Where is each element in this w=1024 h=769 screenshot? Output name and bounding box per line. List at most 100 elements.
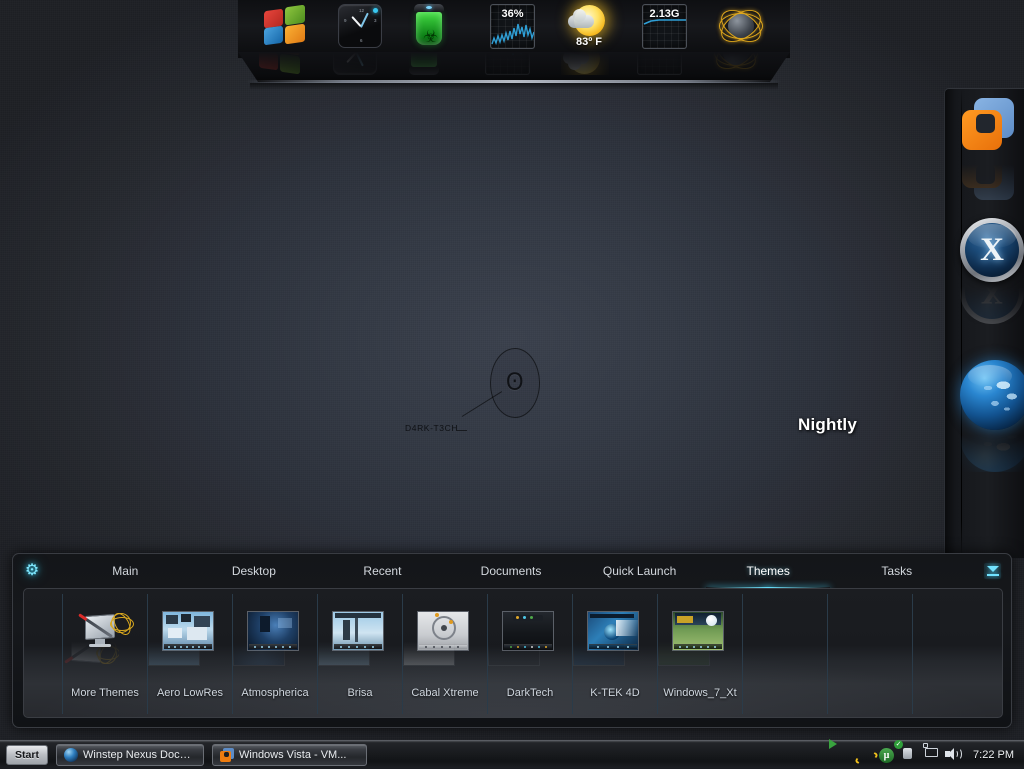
cpu-graph-icon: 36% [490, 4, 538, 50]
diamond-icon[interactable] [813, 748, 828, 763]
memory-graph-icon: 2.13G [642, 4, 690, 50]
collapse-down-icon[interactable] [984, 563, 1001, 579]
windows-logo-reflection [257, 51, 305, 75]
theme-label: More Themes [63, 687, 147, 699]
nexus-dock-tabs: Main Desktop Recent Documents Quick Laun… [61, 554, 961, 588]
usb-check-glyph: ✓ [894, 740, 903, 749]
start-button[interactable]: Start [6, 745, 48, 765]
theme-cell-windows-7-xt[interactable]: Windows_7_Xt [657, 594, 743, 714]
right-dock-item-xion[interactable]: X X [960, 218, 1024, 282]
top-dock-item-weather[interactable]: 83º F 83º F [561, 4, 619, 58]
theme-label: Aero LowRes [148, 687, 232, 699]
tab-themes[interactable]: Themes [704, 554, 833, 588]
memory-graph-reflection [637, 51, 685, 75]
tab-quick-launch[interactable]: Quick Launch [575, 554, 704, 588]
tab-tasks-label: Tasks [881, 564, 912, 578]
tab-main[interactable]: Main [61, 554, 190, 588]
theme-label: Cabal Xtreme [403, 687, 487, 699]
tab-documents-label: Documents [481, 564, 542, 578]
theme-cell-empty-2[interactable] [827, 594, 913, 714]
theme-cell-aero-lowres[interactable]: Aero LowRes [147, 594, 233, 714]
theme-cell-atmospherica[interactable]: Atmospherica [232, 594, 318, 714]
tab-themes-label: Themes [747, 564, 790, 578]
theme-cell-cabal-xtreme[interactable]: Cabal Xtreme [402, 594, 488, 714]
tab-tasks[interactable]: Tasks [832, 554, 961, 588]
network-icon[interactable] [923, 748, 938, 763]
atom-globe-icon [718, 4, 766, 50]
x-circle-icon-reflection: X [960, 284, 1024, 324]
theme-label: Atmospherica [233, 687, 317, 699]
tab-desktop[interactable]: Desktop [190, 554, 319, 588]
weather-temperature: 83º F [561, 36, 617, 48]
top-dock-item-network[interactable] [713, 4, 771, 58]
atom-globe-reflection [713, 51, 761, 75]
theme-thumbnail-reflection [148, 640, 204, 666]
tab-desktop-label: Desktop [232, 564, 276, 578]
more-themes-icon-reflection [63, 640, 119, 666]
themes-grid: More Themes [62, 594, 968, 714]
nexus-dock-tabbar: ⚙ Main Desktop Recent Documents Quick La… [13, 554, 1013, 588]
top-dock-shadow [250, 83, 778, 90]
volume-icon[interactable] [945, 748, 960, 763]
analog-clock-reflection [333, 51, 381, 75]
biohazard-bin-icon: ☣ [414, 4, 462, 50]
theme-cell-brisa[interactable]: Brisa [317, 594, 403, 714]
wallpaper-logo: ʘ D4RK-T3CH [405, 348, 575, 443]
desktop-background[interactable]: ʘ D4RK-T3CH Nightly [0, 0, 1024, 768]
tab-documents[interactable]: Documents [447, 554, 576, 588]
theme-label: DarkTech [488, 687, 572, 699]
blue-globe-icon [960, 360, 1024, 424]
theme-label: Brisa [318, 687, 402, 699]
internet-explorer-icon[interactable] [857, 748, 872, 763]
gear-icon[interactable]: ⚙ [23, 562, 41, 580]
vmware-icon-reflection [960, 162, 1024, 202]
top-dock-item-cpu[interactable]: 36% [485, 4, 543, 58]
taskbar-clock[interactable]: 7:22 PM [973, 749, 1014, 761]
taskbar-button-nexus[interactable]: Winstep Nexus Dock ... [56, 744, 204, 766]
tab-recent[interactable]: Recent [318, 554, 447, 588]
theme-label: Windows_7_Xt [658, 687, 742, 699]
wallpaper-logo-text: D4RK-T3CH [405, 423, 458, 433]
media-share-icon[interactable] [835, 748, 850, 763]
sun-cloud-icon: 83º F [566, 4, 614, 50]
globe-icon [64, 748, 78, 762]
theme-thumbnail-reflection [318, 640, 374, 666]
utorrent-icon[interactable]: µ [879, 748, 894, 763]
wallpaper-logo-glyph: ʘ [506, 370, 524, 395]
top-dock[interactable]: 12 3 6 9 ☣ [238, 0, 790, 90]
theme-thumbnail-reflection [658, 640, 714, 666]
system-tray[interactable]: µ ✓ 7:22 PM [813, 741, 1020, 769]
taskbar-button-vista-vm[interactable]: Windows Vista - VM... [212, 744, 367, 766]
theme-cell-more-themes[interactable]: More Themes [62, 594, 148, 714]
theme-thumbnail-reflection [233, 640, 289, 666]
sun-cloud-reflection: 83º F [561, 51, 609, 75]
blue-globe-icon-reflection [960, 432, 1024, 472]
top-dock-item-windows[interactable] [257, 4, 315, 58]
theme-cell-ktek-4d[interactable]: K-TEK 4D [572, 594, 658, 714]
theme-cell-empty-1[interactable] [742, 594, 828, 714]
utorrent-glyph: µ [879, 748, 894, 763]
theme-cell-darktech[interactable]: DarkTech [487, 594, 573, 714]
wallpaper-logo-underline [457, 430, 467, 431]
cpu-graph-reflection [485, 51, 533, 75]
taskbar-button-label: Windows Vista - VM... [239, 749, 346, 761]
nexus-dock-panel[interactable]: ⚙ Main Desktop Recent Documents Quick La… [12, 553, 1012, 728]
right-dock-item-vmware[interactable] [960, 96, 1024, 160]
nightly-label: Nightly [798, 415, 857, 435]
right-dock[interactable]: X X [944, 88, 1024, 558]
taskbar-button-label: Winstep Nexus Dock ... [83, 749, 196, 761]
vmware-icon [960, 96, 1024, 160]
top-dock-item-recycle-bin[interactable]: ☣ [409, 4, 467, 58]
tab-main-label: Main [112, 564, 138, 578]
right-dock-item-globe[interactable] [960, 360, 1024, 424]
vmware-icon [220, 748, 234, 762]
top-dock-item-clock[interactable]: 12 3 6 9 [333, 4, 391, 58]
windows-logo-icon [262, 4, 310, 50]
nexus-dock-content: More Themes [23, 588, 1003, 718]
windows-taskbar[interactable]: Start Winstep Nexus Dock ... Windows Vis… [0, 740, 1024, 768]
analog-clock-icon: 12 3 6 9 [338, 4, 386, 50]
x-circle-glyph: X [960, 218, 1024, 282]
theme-thumbnail-reflection [573, 640, 629, 666]
top-dock-item-memory[interactable]: 2.13G [637, 4, 695, 58]
safely-remove-hardware-icon[interactable]: ✓ [901, 748, 916, 763]
